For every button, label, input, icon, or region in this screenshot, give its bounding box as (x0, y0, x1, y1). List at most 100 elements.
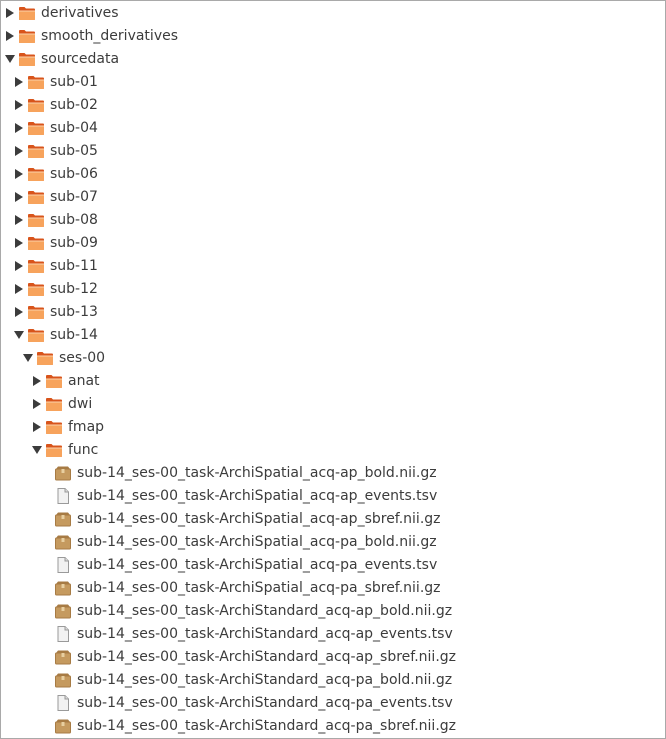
triangle-right-icon[interactable] (13, 76, 25, 88)
tree-item-label: sub-02 (50, 96, 98, 113)
triangle-right-icon[interactable] (13, 260, 25, 272)
tree-file-row[interactable]: sub-14_ses-00_task-ArchiSpatial_acq-ap_e… (1, 484, 665, 507)
triangle-down-icon[interactable] (22, 352, 34, 364)
tree-item-label: func (68, 441, 99, 458)
folder-icon (27, 166, 45, 182)
tree-file-row[interactable]: sub-14_ses-00_task-ArchiStandard_acq-ap_… (1, 645, 665, 668)
triangle-right-icon[interactable] (13, 145, 25, 157)
tree-item-label: sub-05 (50, 142, 98, 159)
folder-icon (45, 373, 63, 389)
tree-item-label: sub-14_ses-00_task-ArchiStandard_acq-ap_… (77, 602, 453, 619)
folder-icon (36, 350, 54, 366)
tree-folder-row[interactable]: sub-09 (1, 231, 665, 254)
tree-file-row[interactable]: sub-14_ses-00_task-ArchiSpatial_acq-pa_e… (1, 553, 665, 576)
tree-item-label: sub-14_ses-00_task-ArchiStandard_acq-pa_… (77, 671, 453, 688)
triangle-right-icon[interactable] (13, 99, 25, 111)
folder-icon (27, 189, 45, 205)
triangle-right-icon[interactable] (13, 214, 25, 226)
tree-item-label: sub-14_ses-00_task-ArchiStandard_acq-pa_… (77, 717, 456, 734)
tree-item-label: smooth_derivatives (41, 27, 179, 44)
triangle-right-icon[interactable] (13, 306, 25, 318)
archive-file-icon (54, 672, 72, 688)
triangle-down-icon[interactable] (31, 444, 43, 456)
tree-folder-row[interactable]: sub-02 (1, 93, 665, 116)
tree-item-label: sub-11 (50, 257, 98, 274)
tree-file-row[interactable]: sub-14_ses-00_task-ArchiSpatial_acq-pa_b… (1, 530, 665, 553)
tree-item-label: sub-08 (50, 211, 98, 228)
tree-folder-row[interactable]: sub-06 (1, 162, 665, 185)
triangle-right-icon[interactable] (31, 375, 43, 387)
triangle-right-icon[interactable] (31, 421, 43, 433)
tree-folder-row[interactable]: anat (1, 369, 665, 392)
tree-folder-row[interactable]: sub-07 (1, 185, 665, 208)
tree-folder-row[interactable]: sub-14 (1, 323, 665, 346)
tree-item-label: sub-14_ses-00_task-ArchiSpatial_acq-ap_e… (77, 487, 438, 504)
tree-item-label: sourcedata (41, 50, 120, 67)
tree-item-label: sub-14_ses-00_task-ArchiSpatial_acq-ap_b… (77, 464, 437, 481)
archive-file-icon (54, 511, 72, 527)
folder-icon (18, 51, 36, 67)
folder-icon (27, 143, 45, 159)
tree-item-label: dwi (68, 395, 93, 412)
tree-folder-row[interactable]: sub-12 (1, 277, 665, 300)
tree-item-label: sub-07 (50, 188, 98, 205)
tree-item-label: sub-09 (50, 234, 98, 251)
folder-icon (45, 396, 63, 412)
tree-folder-row[interactable]: dwi (1, 392, 665, 415)
triangle-right-icon[interactable] (13, 237, 25, 249)
tree-item-label: sub-14 (50, 326, 98, 343)
tree-folder-row[interactable]: derivatives (1, 1, 665, 24)
folder-icon (18, 28, 36, 44)
archive-file-icon (54, 465, 72, 481)
tree-item-label: sub-04 (50, 119, 98, 136)
triangle-right-icon[interactable] (13, 122, 25, 134)
tree-file-row[interactable]: sub-14_ses-00_task-ArchiStandard_acq-pa_… (1, 668, 665, 691)
triangle-right-icon[interactable] (13, 191, 25, 203)
archive-file-icon (54, 649, 72, 665)
tree-folder-row[interactable]: ses-00 (1, 346, 665, 369)
folder-icon (27, 327, 45, 343)
text-file-icon (54, 694, 72, 711)
tree-folder-row[interactable]: sub-01 (1, 70, 665, 93)
tree-item-label: sub-06 (50, 165, 98, 182)
tree-file-row[interactable]: sub-14_ses-00_task-ArchiSpatial_acq-pa_s… (1, 576, 665, 599)
tree-item-label: ses-00 (59, 349, 106, 366)
file-tree-panel: derivatives smooth_derivatives sourcedat… (0, 0, 666, 739)
tree-item-label: sub-12 (50, 280, 98, 297)
tree-item-label: sub-14_ses-00_task-ArchiSpatial_acq-pa_e… (77, 556, 438, 573)
tree-item-label: fmap (68, 418, 105, 435)
tree-folder-row[interactable]: sub-05 (1, 139, 665, 162)
tree-folder-row[interactable]: sourcedata (1, 47, 665, 70)
tree-file-row[interactable]: sub-14_ses-00_task-ArchiStandard_acq-ap_… (1, 622, 665, 645)
folder-icon (27, 120, 45, 136)
tree-folder-row[interactable]: sub-08 (1, 208, 665, 231)
folder-icon (27, 258, 45, 274)
triangle-right-icon[interactable] (13, 168, 25, 180)
tree-item-label: sub-01 (50, 73, 98, 90)
triangle-right-icon[interactable] (4, 7, 16, 19)
tree-folder-row[interactable]: smooth_derivatives (1, 24, 665, 47)
folder-icon (27, 235, 45, 251)
tree-file-row[interactable]: sub-14_ses-00_task-ArchiSpatial_acq-ap_b… (1, 461, 665, 484)
folder-icon (45, 419, 63, 435)
tree-folder-row[interactable]: func (1, 438, 665, 461)
folder-icon (27, 304, 45, 320)
triangle-down-icon[interactable] (13, 329, 25, 341)
triangle-right-icon[interactable] (4, 30, 16, 42)
triangle-right-icon[interactable] (13, 283, 25, 295)
tree-file-row[interactable]: sub-14_ses-00_task-ArchiStandard_acq-pa_… (1, 714, 665, 737)
tree-item-label: sub-13 (50, 303, 98, 320)
tree-file-row[interactable]: sub-14_ses-00_task-ArchiStandard_acq-pa_… (1, 691, 665, 714)
tree-folder-row[interactable]: sub-04 (1, 116, 665, 139)
triangle-down-icon[interactable] (4, 53, 16, 65)
tree-file-row[interactable]: sub-14_ses-00_task-ArchiStandard_acq-ap_… (1, 599, 665, 622)
tree-file-row[interactable]: sub-14_ses-00_task-ArchiSpatial_acq-ap_s… (1, 507, 665, 530)
folder-icon (27, 97, 45, 113)
folder-icon (27, 74, 45, 90)
tree-folder-row[interactable]: sub-13 (1, 300, 665, 323)
tree-folder-row[interactable]: fmap (1, 415, 665, 438)
archive-file-icon (54, 603, 72, 619)
triangle-right-icon[interactable] (31, 398, 43, 410)
archive-file-icon (54, 580, 72, 596)
tree-folder-row[interactable]: sub-11 (1, 254, 665, 277)
